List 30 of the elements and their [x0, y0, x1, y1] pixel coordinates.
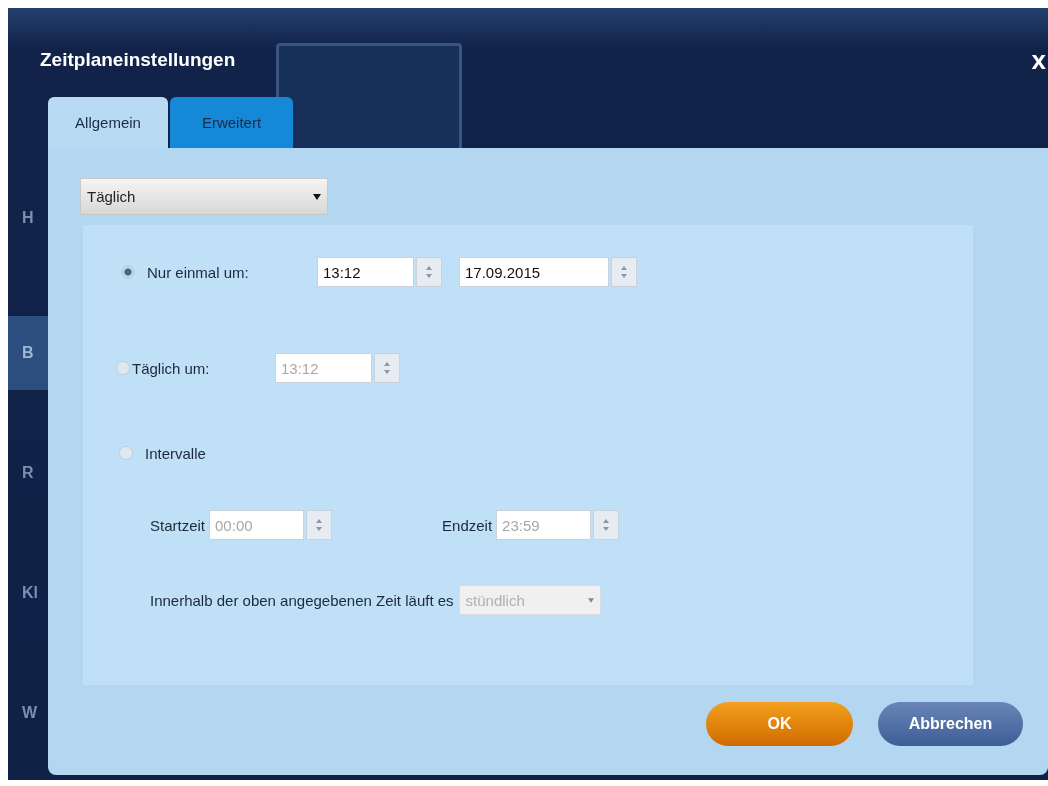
time-field[interactable]: 13:12 — [317, 257, 414, 287]
radio-button[interactable] — [119, 446, 133, 460]
schedule-type-dropdown[interactable]: Täglich — [80, 178, 328, 215]
radio-button[interactable] — [121, 265, 135, 279]
caret-icon — [587, 597, 594, 603]
spinner-button[interactable] — [374, 353, 400, 383]
ok-button[interactable]: OK — [706, 702, 853, 746]
spinner-button[interactable] — [416, 257, 442, 287]
start-time-label: Startzeit — [150, 516, 206, 534]
sidebar-item[interactable]: Kl — [8, 556, 48, 630]
sidebar-item[interactable]: B — [8, 316, 48, 390]
close-button[interactable]: x — [1031, 44, 1048, 76]
tab[interactable]: Allgemein — [48, 97, 168, 148]
dialog-title: Zeitplaneinstellungen — [40, 49, 236, 71]
spinner-button[interactable] — [593, 510, 620, 540]
repeat-label: Innerhalb der oben angegebenen Zeit läuft es — [150, 591, 454, 609]
sidebar-item[interactable]: W — [8, 676, 48, 750]
radio-button[interactable] — [116, 361, 130, 375]
time-field[interactable]: 17.09.2015 — [459, 257, 609, 287]
sidebar-item[interactable]: H — [8, 198, 48, 238]
spinner-button[interactable] — [306, 510, 333, 540]
tab[interactable]: Erweitert — [170, 97, 293, 148]
end-time-label: Endzeit — [442, 516, 493, 534]
option-label: Nur einmal um: — [147, 263, 250, 281]
cancel-button[interactable]: Abbrechen — [878, 702, 1023, 746]
option-label: Täglich um: — [132, 359, 211, 377]
caret-icon — [313, 193, 321, 200]
option-label: Intervalle — [145, 444, 206, 462]
spinner-button[interactable] — [611, 257, 637, 287]
sidebar-item[interactable]: R — [8, 436, 48, 510]
